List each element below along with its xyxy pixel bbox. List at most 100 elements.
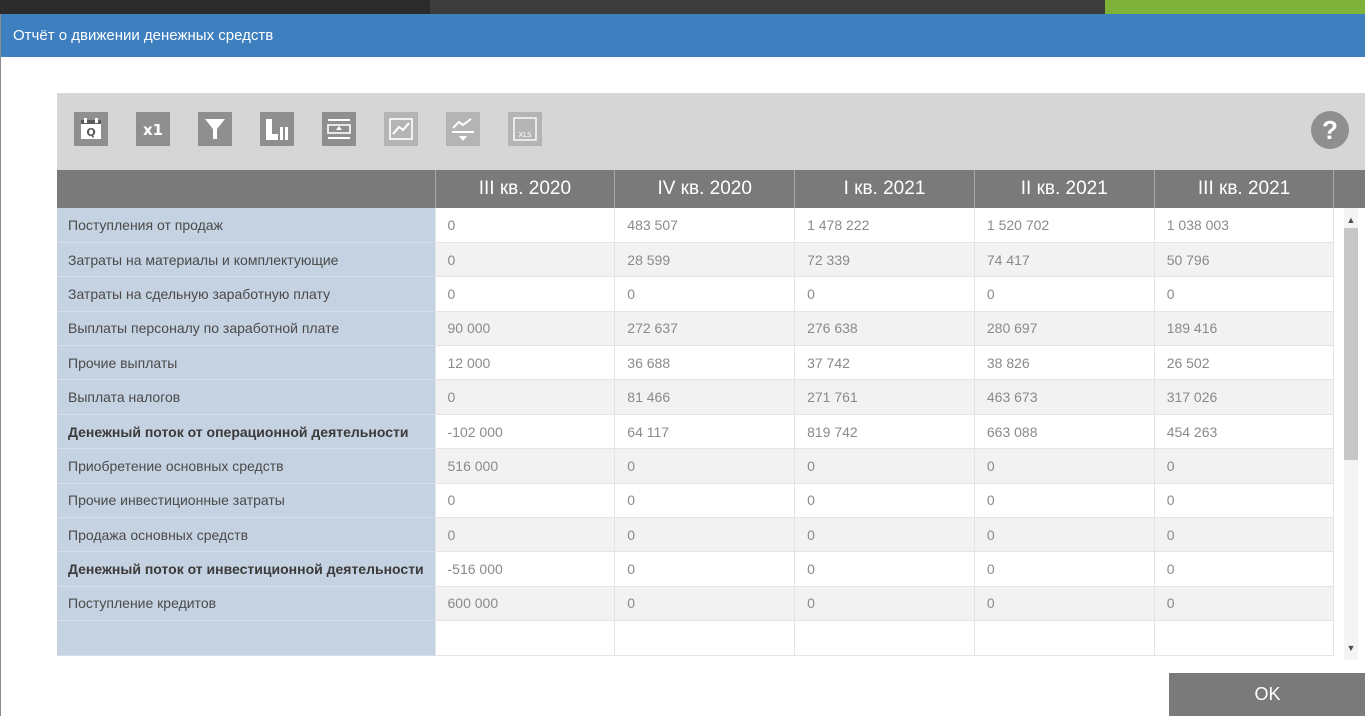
value-cell[interactable]: 0 — [794, 276, 975, 312]
value-cell[interactable]: 317 026 — [1154, 379, 1335, 415]
value-cell[interactable]: 483 507 — [614, 208, 796, 243]
value-cell[interactable]: 0 — [794, 517, 975, 553]
value-cell[interactable]: 81 466 — [614, 379, 796, 415]
value-cell[interactable]: 0 — [614, 276, 796, 312]
column-header-name — [57, 170, 436, 208]
multiplier-button[interactable]: x1 — [136, 112, 170, 146]
value-cell[interactable]: 38 826 — [974, 345, 1155, 381]
column-header-q3-2021[interactable]: III кв. 2021 — [1154, 170, 1335, 208]
value-cell[interactable]: 516 000 — [435, 448, 616, 484]
trend-chart-button[interactable] — [384, 112, 418, 146]
scroll-up-arrow-icon[interactable]: ▲ — [1345, 214, 1357, 226]
value-cell[interactable]: 0 — [794, 483, 975, 519]
value-cell[interactable]: 276 638 — [794, 311, 975, 347]
value-cell[interactable]: 271 761 — [794, 379, 975, 415]
value-cell[interactable]: -102 000 — [435, 414, 616, 450]
table-row[interactable]: Прочие инвестиционные затраты 0 0 0 0 0 — [57, 483, 1335, 519]
value-cell[interactable]: 0 — [614, 483, 796, 519]
value-cell[interactable] — [614, 620, 796, 656]
value-cell[interactable]: 0 — [614, 551, 796, 587]
value-cell[interactable]: 37 742 — [794, 345, 975, 381]
value-cell[interactable]: 0 — [435, 483, 616, 519]
value-cell[interactable] — [794, 620, 975, 656]
value-cell[interactable]: 28 599 — [614, 242, 796, 278]
value-cell[interactable] — [974, 620, 1155, 656]
table-row[interactable]: Затраты на сдельную заработную плату 0 0 0 0… — [57, 276, 1335, 312]
value-cell[interactable]: 74 417 — [974, 242, 1155, 278]
xls-export-button[interactable]: XLS — [508, 112, 542, 146]
scroll-down-arrow-icon[interactable]: ▼ — [1345, 642, 1357, 654]
value-cell[interactable]: 0 — [1154, 517, 1335, 553]
value-cell[interactable]: 0 — [435, 517, 616, 553]
help-button[interactable]: ? — [1311, 111, 1349, 149]
filter-button[interactable] — [198, 112, 232, 146]
column-header-q4-2020[interactable]: IV кв. 2020 — [614, 170, 796, 208]
value-cell[interactable]: 64 117 — [614, 414, 796, 450]
table-row[interactable]: Приобретение основных средств 516 000 0 0 0 0 — [57, 448, 1335, 484]
value-cell[interactable]: 0 — [1154, 586, 1335, 622]
value-cell[interactable]: 0 — [794, 448, 975, 484]
value-cell[interactable]: 26 502 — [1154, 345, 1335, 381]
value-cell[interactable]: 36 688 — [614, 345, 796, 381]
table-row[interactable]: Затраты на материалы и комплектующие 0 28 … — [57, 242, 1335, 278]
trend-down-button[interactable] — [446, 112, 480, 146]
value-cell[interactable]: 0 — [435, 208, 616, 243]
value-cell[interactable]: 50 796 — [1154, 242, 1335, 278]
value-cell[interactable]: 72 339 — [794, 242, 975, 278]
value-cell[interactable]: 0 — [435, 379, 616, 415]
value-cell[interactable]: 0 — [974, 586, 1155, 622]
value-cell[interactable]: 0 — [974, 448, 1155, 484]
value-cell[interactable]: 1 038 003 — [1154, 208, 1335, 243]
table-row[interactable]: Продажа основных средств 0 0 0 0 0 — [57, 517, 1335, 553]
value-cell[interactable]: 189 416 — [1154, 311, 1335, 347]
value-cell[interactable]: 600 000 — [435, 586, 616, 622]
value-cell[interactable]: 0 — [1154, 448, 1335, 484]
value-cell[interactable]: 819 742 — [794, 414, 975, 450]
table-row[interactable]: Денежный поток от инвестиционной деятель… — [57, 551, 1335, 587]
column-header-q3-2020[interactable]: III кв. 2020 — [435, 170, 616, 208]
table-row[interactable] — [57, 620, 1335, 656]
value-cell[interactable]: 0 — [435, 242, 616, 278]
vertical-scrollbar[interactable]: ▲ ▼ — [1334, 170, 1365, 660]
value-cell[interactable]: 90 000 — [435, 311, 616, 347]
value-cell[interactable]: 272 637 — [614, 311, 796, 347]
value-cell[interactable]: 0 — [614, 586, 796, 622]
value-cell[interactable]: 0 — [794, 551, 975, 587]
insert-row-button[interactable] — [322, 112, 356, 146]
xls-export-icon: XLS — [513, 117, 537, 141]
value-cell[interactable]: 0 — [974, 276, 1155, 312]
value-cell[interactable]: 1 478 222 — [794, 208, 975, 243]
value-cell[interactable]: -516 000 — [435, 551, 616, 587]
report-grid: III кв. 2020 IV кв. 2020 I кв. 2021 II к… — [57, 170, 1365, 660]
value-cell[interactable]: 463 673 — [974, 379, 1155, 415]
bar-chart-button[interactable] — [260, 112, 294, 146]
value-cell[interactable]: 0 — [974, 483, 1155, 519]
value-cell[interactable]: 0 — [1154, 483, 1335, 519]
value-cell[interactable]: 0 — [794, 586, 975, 622]
value-cell[interactable] — [1154, 620, 1335, 656]
value-cell[interactable] — [435, 620, 616, 656]
period-q-button[interactable]: Q — [74, 112, 108, 146]
value-cell[interactable]: 454 263 — [1154, 414, 1335, 450]
column-header-q2-2021[interactable]: II кв. 2021 — [974, 170, 1155, 208]
value-cell[interactable]: 12 000 — [435, 345, 616, 381]
value-cell[interactable]: 0 — [1154, 276, 1335, 312]
value-cell[interactable]: 0 — [614, 448, 796, 484]
table-row[interactable]: Прочие выплаты 12 000 36 688 37 742 38 826 26… — [57, 345, 1335, 381]
table-row[interactable]: Поступления от продаж 0 483 507 1 478 222 1 … — [57, 208, 1335, 243]
table-row[interactable]: Денежный поток от операционной деятельно… — [57, 414, 1335, 450]
value-cell[interactable]: 0 — [974, 517, 1155, 553]
value-cell[interactable]: 1 520 702 — [974, 208, 1155, 243]
value-cell[interactable]: 280 697 — [974, 311, 1155, 347]
scrollbar-thumb[interactable] — [1344, 228, 1358, 460]
value-cell[interactable]: 663 088 — [974, 414, 1155, 450]
value-cell[interactable]: 0 — [435, 276, 616, 312]
table-row[interactable]: Выплаты персоналу по заработной плате 90 … — [57, 311, 1335, 347]
column-header-q1-2021[interactable]: I кв. 2021 — [794, 170, 975, 208]
value-cell[interactable]: 0 — [1154, 551, 1335, 587]
ok-button[interactable]: OK — [1169, 673, 1365, 716]
table-row[interactable]: Выплата налогов 0 81 466 271 761 463 673 317 … — [57, 379, 1335, 415]
value-cell[interactable]: 0 — [614, 517, 796, 553]
value-cell[interactable]: 0 — [974, 551, 1155, 587]
table-row[interactable]: Поступление кредитов 600 000 0 0 0 0 — [57, 586, 1335, 622]
